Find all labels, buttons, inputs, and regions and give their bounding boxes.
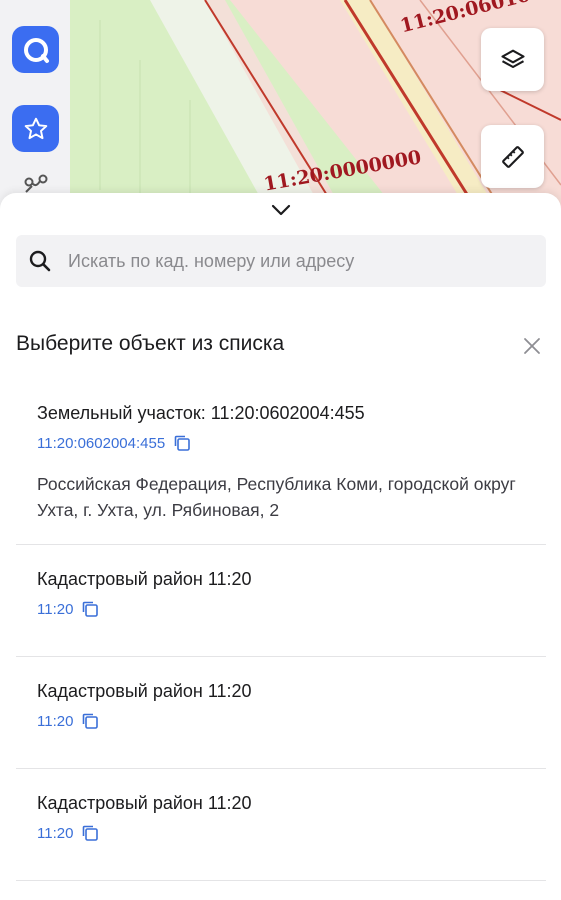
layers-icon	[500, 49, 525, 68]
result-title: Кадастровый район 11:20	[37, 681, 252, 701]
copy-icon[interactable]	[81, 824, 99, 842]
search-icon	[29, 250, 51, 272]
result-item[interactable]: Кадастровый район 11:20 11:20	[16, 657, 546, 769]
result-link-row: 11:20	[37, 824, 99, 842]
result-link-row: 11:20	[37, 600, 99, 618]
left-rail	[0, 0, 70, 215]
favorites-button[interactable]	[12, 105, 59, 152]
result-link-row: 11:20	[37, 712, 99, 730]
sheet-title: Выберите объект из списка	[16, 332, 285, 355]
star-icon	[24, 117, 47, 139]
search-box[interactable]	[16, 235, 546, 287]
collapse-sheet-button[interactable]	[265, 199, 297, 221]
results-sheet: Выберите объект из списка Земельный учас…	[0, 193, 561, 900]
result-cadastral-link[interactable]: 11:20	[37, 825, 73, 842]
copy-icon[interactable]	[81, 712, 99, 730]
results-list: Земельный участок: 11:20:0602004:455 11:…	[16, 378, 546, 881]
result-cadastral-link[interactable]: 11:20	[37, 713, 73, 730]
result-cadastral-link[interactable]: 11:20:0602004:455	[37, 435, 165, 452]
result-address: Российская Федерация, Республика Коми, г…	[37, 474, 516, 520]
result-item[interactable]: Кадастровый район 11:20 11:20	[16, 545, 546, 657]
map-view[interactable]: 11:20:0601007 11:20:0000000	[0, 0, 561, 215]
search-input[interactable]	[68, 250, 528, 272]
ruler-icon	[501, 145, 524, 168]
result-link-row: 11:20:0602004:455	[37, 434, 191, 452]
result-title: Земельный участок: 11:20:0602004:455	[37, 403, 365, 423]
ruler-button[interactable]	[481, 125, 544, 188]
layers-button[interactable]	[481, 28, 544, 91]
logo-icon	[23, 37, 49, 63]
copy-icon[interactable]	[173, 434, 191, 452]
result-cadastral-link[interactable]: 11:20	[37, 601, 73, 618]
result-title: Кадастровый район 11:20	[37, 793, 252, 813]
copy-icon[interactable]	[81, 600, 99, 618]
chevron-down-icon	[271, 204, 291, 216]
app-logo-button[interactable]	[12, 26, 59, 73]
result-item[interactable]: Кадастровый район 11:20 11:20	[16, 769, 546, 881]
close-icon	[524, 338, 540, 354]
close-button[interactable]	[520, 334, 544, 358]
result-title: Кадастровый район 11:20	[37, 569, 252, 589]
result-item[interactable]: Земельный участок: 11:20:0602004:455 11:…	[16, 378, 546, 545]
